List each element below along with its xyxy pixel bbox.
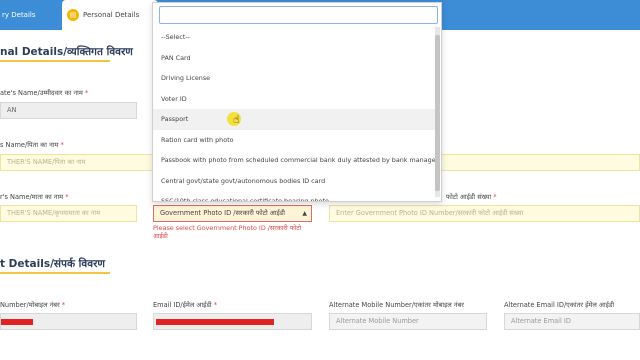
mother-name-label: r's Name/माता का नाम * bbox=[0, 193, 69, 201]
tab-previous-step[interactable]: ry Details bbox=[0, 0, 62, 30]
alt-mobile-label: Alternate Mobile Number/एकांतर मोबाइल नं… bbox=[329, 301, 464, 309]
dropdown-option-passport[interactable]: Passport bbox=[153, 109, 437, 130]
contact-heading-underline bbox=[0, 272, 110, 274]
email-label: Email ID/ईमेल आईडी * bbox=[153, 301, 217, 309]
photo-id-dropdown: --Select-- PAN Card Driving License Vote… bbox=[152, 2, 442, 202]
father-name-label: s Name/पिता का नाम * bbox=[0, 141, 64, 149]
dropdown-option-ssc-certificate[interactable]: SSC/10th class educational certificate b… bbox=[153, 191, 437, 201]
dropdown-scrollbar-thumb[interactable] bbox=[435, 35, 440, 191]
alt-mobile-field[interactable]: Alternate Mobile Number bbox=[329, 313, 487, 330]
photo-id-error-message: Please select Government Photo ID /सरकार… bbox=[153, 224, 302, 240]
dropdown-option-driving-license[interactable]: Driving License bbox=[153, 68, 437, 89]
photo-id-select-value: Government Photo ID /सरकारी फोटो आईडी bbox=[160, 209, 286, 217]
dropdown-search-input[interactable] bbox=[159, 6, 438, 24]
redacted-email bbox=[156, 319, 274, 325]
tab-personal-details-label: Personal Details bbox=[83, 11, 140, 19]
dropdown-option-bank-passbook[interactable]: Passbook with photo from scheduled comme… bbox=[153, 150, 437, 171]
dropdown-option-pan-card[interactable]: PAN Card bbox=[153, 48, 437, 69]
id-card-icon: ▤ bbox=[67, 9, 79, 21]
mobile-number-field[interactable] bbox=[0, 313, 137, 330]
contact-details-heading: t Details/संपर्क विवरण bbox=[0, 258, 105, 270]
photo-id-select[interactable]: Government Photo ID /सरकारी फोटो आईडी ▲ bbox=[153, 205, 312, 222]
mouse-pointer-icon: ☝ bbox=[233, 113, 240, 126]
candidate-name-field[interactable]: AN bbox=[0, 102, 137, 119]
alt-email-label: Alternate Email ID/एकांतर ईमेल आईडी bbox=[504, 301, 615, 309]
candidate-name-label: ate's Name/उम्मीदवार का नाम * bbox=[0, 89, 89, 97]
application-form-page: ry Details ▤ Personal Details nal Detail… bbox=[0, 0, 640, 360]
dropdown-option-select[interactable]: --Select-- bbox=[153, 27, 437, 48]
personal-details-heading: nal Details/व्यक्तिगत विवरण bbox=[0, 46, 133, 58]
redacted-mobile-number bbox=[1, 319, 33, 325]
email-field[interactable] bbox=[153, 313, 312, 330]
photo-id-number-field[interactable]: Enter Government Photo ID Number/सरकारी … bbox=[329, 205, 640, 222]
alt-email-field[interactable]: Alternate Email ID bbox=[504, 313, 640, 330]
dropdown-options-list: --Select-- PAN Card Driving License Vote… bbox=[153, 27, 437, 201]
dropdown-option-voter-id[interactable]: Voter ID bbox=[153, 89, 437, 110]
dropdown-option-govt-id-card[interactable]: Central govt/state govt/autonomous bodie… bbox=[153, 171, 437, 192]
personal-heading-underline bbox=[0, 60, 110, 62]
mother-name-field[interactable]: THER'S NAME/कृपयामाता का नाम bbox=[0, 205, 137, 222]
photo-id-number-label: फोटो आईडी संख्या * bbox=[446, 193, 497, 201]
tab-personal-details[interactable]: ▤ Personal Details bbox=[62, 0, 158, 30]
mobile-number-label: Number/मोबाइल नंबर * bbox=[0, 301, 66, 309]
caret-up-icon: ▲ bbox=[302, 210, 307, 217]
dropdown-option-ration-card[interactable]: Ration card with photo bbox=[153, 130, 437, 151]
